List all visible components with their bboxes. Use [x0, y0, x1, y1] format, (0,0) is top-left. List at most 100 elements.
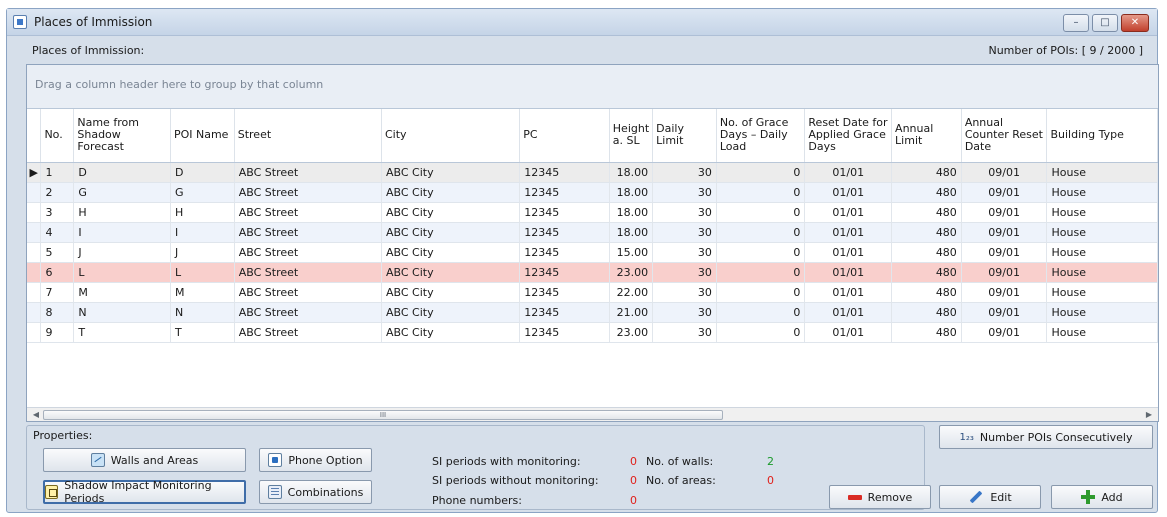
table-cell[interactable]: ABC City [381, 182, 521, 203]
column-header[interactable]: No. of Grace Days – Daily Load [716, 109, 806, 163]
table-cell[interactable]: 480 [891, 282, 962, 303]
table-cell[interactable]: 09/01 [961, 202, 1048, 223]
table-cell[interactable]: 0 [716, 162, 806, 183]
column-header[interactable]: Annual Limit [891, 109, 962, 163]
table-cell[interactable]: 01/01 [804, 162, 893, 183]
table-cell[interactable]: 1 [40, 162, 75, 183]
row-indicator[interactable] [27, 242, 42, 263]
table-cell[interactable]: 480 [891, 302, 962, 323]
table-cell[interactable]: 12345 [519, 322, 610, 343]
table-cell[interactable]: M [73, 282, 171, 303]
table-cell[interactable]: 9 [40, 322, 75, 343]
table-cell[interactable]: House [1046, 222, 1158, 243]
table-cell[interactable]: 480 [891, 322, 962, 343]
scroll-right-icon[interactable]: ▶ [1142, 409, 1156, 421]
add-button[interactable]: Add [1051, 485, 1153, 509]
row-indicator[interactable] [27, 262, 42, 283]
table-cell[interactable]: 0 [716, 302, 806, 323]
table-cell[interactable]: 01/01 [804, 302, 893, 323]
column-header[interactable]: PC [519, 109, 610, 163]
table-row[interactable]: 8 N N ABC Street ABC City 12345 21.00 30 0 01/01 4… [27, 302, 1158, 323]
combinations-button[interactable]: Combinations [259, 480, 372, 504]
row-indicator[interactable] [27, 222, 42, 243]
table-cell[interactable]: 12345 [519, 182, 610, 203]
table-cell[interactable]: 01/01 [804, 282, 893, 303]
title-bar[interactable]: Places of Immission – □ ✕ [7, 9, 1157, 36]
group-by-panel[interactable]: Drag a column header here to group by th… [27, 65, 1158, 109]
table-cell[interactable]: ABC City [381, 322, 521, 343]
table-cell[interactable]: 18.00 [609, 182, 654, 203]
table-cell[interactable]: ABC City [381, 202, 521, 223]
table-cell[interactable]: House [1046, 322, 1158, 343]
table-cell[interactable]: J [170, 242, 235, 263]
table-cell[interactable]: 21.00 [609, 302, 654, 323]
table-cell[interactable]: ABC Street [234, 162, 382, 183]
table-cell[interactable]: 09/01 [961, 162, 1048, 183]
table-cell[interactable]: 01/01 [804, 182, 893, 203]
table-cell[interactable]: 22.00 [609, 282, 654, 303]
table-cell[interactable]: ABC City [381, 242, 521, 263]
table-cell[interactable]: House [1046, 182, 1158, 203]
table-cell[interactable]: 480 [891, 262, 962, 283]
table-row[interactable]: 9 T T ABC Street ABC City 12345 23.00 30 0 01/01 4… [27, 322, 1158, 343]
table-cell[interactable]: 3 [40, 202, 75, 223]
table-cell[interactable]: ABC City [381, 262, 521, 283]
table-row[interactable]: 7 M M ABC Street ABC City 12345 22.00 30 0 01/01 4… [27, 282, 1158, 303]
table-cell[interactable]: N [170, 302, 235, 323]
row-indicator[interactable] [27, 322, 42, 343]
minimize-button[interactable]: – [1063, 14, 1089, 32]
table-cell[interactable]: 09/01 [961, 182, 1048, 203]
table-cell[interactable]: D [73, 162, 171, 183]
table-cell[interactable]: 12345 [519, 202, 610, 223]
table-cell[interactable]: ABC City [381, 282, 521, 303]
table-cell[interactable]: ABC Street [234, 302, 382, 323]
close-button[interactable]: ✕ [1121, 14, 1149, 32]
table-cell[interactable]: ABC Street [234, 202, 382, 223]
table-cell[interactable]: 0 [716, 202, 806, 223]
remove-button[interactable]: Remove [829, 485, 931, 509]
column-header[interactable]: Reset Date for Applied Grace Days [804, 109, 893, 163]
table-cell[interactable]: 09/01 [961, 282, 1048, 303]
table-row[interactable]: ▶ 1 D D ABC Street ABC City 12345 18.00 30 0 01/01… [27, 162, 1158, 183]
phone-option-button[interactable]: Phone Option [259, 448, 372, 472]
table-cell[interactable]: L [170, 262, 235, 283]
table-cell[interactable]: 30 [652, 282, 717, 303]
column-header[interactable]: POI Name [170, 109, 235, 163]
table-cell[interactable]: 0 [716, 322, 806, 343]
table-cell[interactable]: 18.00 [609, 202, 654, 223]
table-cell[interactable]: 01/01 [804, 222, 893, 243]
table-cell[interactable]: 12345 [519, 282, 610, 303]
table-cell[interactable]: 8 [40, 302, 75, 323]
table-cell[interactable]: 2 [40, 182, 75, 203]
table-cell[interactable]: T [73, 322, 171, 343]
table-cell[interactable]: 09/01 [961, 322, 1048, 343]
column-header[interactable]: Street [234, 109, 382, 163]
table-cell[interactable]: ABC Street [234, 282, 382, 303]
table-cell[interactable]: 30 [652, 182, 717, 203]
table-cell[interactable]: 23.00 [609, 262, 654, 283]
table-cell[interactable]: 18.00 [609, 162, 654, 183]
table-cell[interactable]: ABC Street [234, 182, 382, 203]
table-cell[interactable]: I [73, 222, 171, 243]
column-header[interactable]: Daily Limit [652, 109, 717, 163]
table-cell[interactable]: 09/01 [961, 262, 1048, 283]
table-cell[interactable]: 0 [716, 182, 806, 203]
table-cell[interactable]: H [170, 202, 235, 223]
table-cell[interactable]: L [73, 262, 171, 283]
column-header[interactable]: No. [40, 109, 75, 163]
table-cell[interactable]: H [73, 202, 171, 223]
table-cell[interactable]: 30 [652, 222, 717, 243]
table-cell[interactable]: 01/01 [804, 262, 893, 283]
table-cell[interactable]: 480 [891, 222, 962, 243]
table-cell[interactable]: 480 [891, 162, 962, 183]
table-cell[interactable]: 480 [891, 242, 962, 263]
table-cell[interactable]: 23.00 [609, 322, 654, 343]
table-cell[interactable]: 0 [716, 282, 806, 303]
table-row[interactable]: 4 I I ABC Street ABC City 12345 18.00 30 0 01/01 4… [27, 222, 1158, 243]
walls-and-areas-button[interactable]: Walls and Areas [43, 448, 246, 472]
table-cell[interactable]: 30 [652, 302, 717, 323]
table-cell[interactable]: ABC City [381, 162, 521, 183]
table-cell[interactable]: 12345 [519, 222, 610, 243]
edit-button[interactable]: Edit [939, 485, 1041, 509]
table-cell[interactable]: J [73, 242, 171, 263]
